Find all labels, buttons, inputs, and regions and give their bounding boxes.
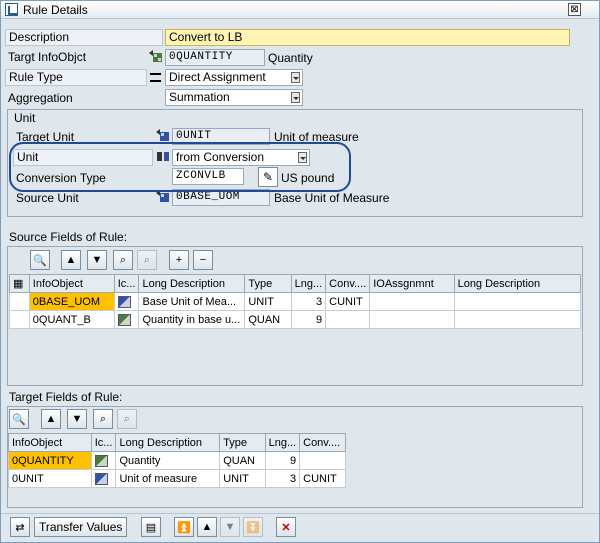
long-desc2-cell bbox=[453, 292, 582, 311]
find-next-icon: ⌕ bbox=[117, 409, 137, 429]
length-cell: 9 bbox=[264, 451, 301, 470]
overview-icon[interactable]: ▤ bbox=[141, 517, 161, 537]
col-length[interactable]: Lng... bbox=[264, 433, 301, 452]
type-cell: UNIT bbox=[244, 292, 292, 311]
target-fields-title: Target Fields of Rule: bbox=[9, 390, 123, 404]
conv-cell bbox=[325, 310, 371, 329]
target-infoobject-text: Quantity bbox=[268, 51, 313, 65]
row-selector[interactable] bbox=[9, 292, 30, 311]
select-all-icon[interactable]: ▦ bbox=[9, 274, 30, 293]
col-long-description-2[interactable]: Long Description bbox=[453, 274, 582, 293]
source-fields-title: Source Fields of Rule: bbox=[9, 230, 128, 244]
details-icon[interactable]: 🔍 bbox=[9, 409, 29, 429]
length-cell: 9 bbox=[290, 310, 327, 329]
target-fields-table: InfoObject Ic... Long Description Type L… bbox=[8, 433, 346, 488]
description-label: Description bbox=[5, 29, 163, 46]
infoobject-key-icon bbox=[149, 50, 163, 63]
col-type[interactable]: Type bbox=[219, 433, 266, 452]
delete-row-icon[interactable]: − bbox=[193, 250, 213, 270]
equals-icon bbox=[150, 73, 161, 82]
find-icon[interactable]: ⌕ bbox=[113, 250, 133, 270]
table-row[interactable]: 0QUANTITY Quantity QUAN 9 bbox=[8, 451, 346, 470]
infoobject-cell[interactable]: 0UNIT bbox=[8, 469, 92, 488]
find-next-icon: ⌕ bbox=[137, 250, 157, 270]
down-icon: ▼ bbox=[220, 517, 240, 537]
table-row[interactable]: 0UNIT Unit of measure UNIT 3 CUNIT bbox=[8, 469, 346, 488]
aggregation-dropdown[interactable]: Summation bbox=[165, 89, 303, 106]
aggregation-label: Aggregation bbox=[8, 91, 73, 105]
type-cell: QUAN bbox=[219, 451, 266, 470]
infoobject-cell[interactable]: 0QUANTITY bbox=[8, 451, 92, 470]
infoobject-cell[interactable]: 0BASE_UOM bbox=[28, 292, 115, 311]
infoobject-cell[interactable]: 0QUANT_B bbox=[28, 310, 115, 329]
sort-ascending-icon[interactable]: ▲ bbox=[41, 409, 61, 429]
row-selector[interactable] bbox=[9, 310, 30, 329]
infoobject-type-icon bbox=[90, 469, 117, 488]
length-cell: 3 bbox=[290, 292, 327, 311]
table-row[interactable]: 0QUANT_B Quantity in base u... QUAN 9 bbox=[9, 310, 582, 329]
col-conversion[interactable]: Conv.... bbox=[299, 433, 346, 452]
long-desc-cell: Unit of measure bbox=[115, 469, 221, 488]
first-icon[interactable]: ⏫ bbox=[174, 517, 194, 537]
find-icon[interactable]: ⌕ bbox=[93, 409, 113, 429]
table-row[interactable]: 0BASE_UOM Base Unit of Mea... UNIT 3 CUN… bbox=[9, 292, 582, 311]
col-type[interactable]: Type bbox=[244, 274, 292, 293]
source-fields-table: ▦ InfoObject Ic... Long Description Type… bbox=[9, 274, 582, 329]
col-conversion[interactable]: Conv.... bbox=[325, 274, 371, 293]
transfer-icon[interactable]: ⇄ bbox=[10, 517, 30, 537]
dropdown-icon[interactable] bbox=[291, 72, 300, 83]
rule-type-label: Rule Type bbox=[5, 69, 147, 86]
long-desc2-cell bbox=[453, 310, 582, 329]
title-bar: Rule Details ⊠ bbox=[1, 1, 599, 19]
sort-ascending-icon[interactable]: ▲ bbox=[61, 250, 81, 270]
col-long-description[interactable]: Long Description bbox=[115, 433, 221, 452]
rule-details-window: Rule Details ⊠ Description Convert to LB… bbox=[0, 0, 600, 543]
close-icon[interactable]: ⊠ bbox=[568, 3, 581, 16]
target-infoobject-field: 0QUANTITY bbox=[165, 49, 265, 66]
conv-cell bbox=[299, 451, 346, 470]
target-infoobject-label: Targt InfoObjct bbox=[8, 50, 87, 64]
rule-type-value: Direct Assignment bbox=[169, 70, 266, 84]
up-icon[interactable]: ▲ bbox=[197, 517, 217, 537]
type-cell: UNIT bbox=[219, 469, 266, 488]
highlight-oval bbox=[9, 142, 351, 192]
add-row-icon[interactable]: + bbox=[169, 250, 189, 270]
aggregation-value: Summation bbox=[169, 90, 230, 104]
length-cell: 3 bbox=[264, 469, 301, 488]
details-icon[interactable]: 🔍 bbox=[30, 250, 50, 270]
dropdown-icon[interactable] bbox=[291, 92, 300, 103]
long-desc-cell: Base Unit of Mea... bbox=[138, 292, 246, 311]
infoobject-type-icon bbox=[113, 292, 140, 311]
conv-cell: CUNIT bbox=[325, 292, 371, 311]
description-input[interactable]: Convert to LB bbox=[165, 29, 570, 46]
ioassign-cell[interactable] bbox=[369, 310, 455, 329]
filter-icon[interactable]: ▼ bbox=[67, 409, 87, 429]
transfer-values-button[interactable]: Transfer Values bbox=[34, 517, 128, 537]
unit-infoobject-icon bbox=[156, 129, 170, 142]
cancel-icon[interactable]: ✕ bbox=[276, 517, 296, 537]
ioassign-cell[interactable] bbox=[369, 292, 455, 311]
col-infoobject[interactable]: InfoObject bbox=[8, 433, 92, 452]
window-edit-icon bbox=[5, 3, 18, 16]
col-infoobject[interactable]: InfoObject bbox=[28, 274, 115, 293]
col-icon[interactable]: Ic... bbox=[90, 433, 117, 452]
filter-icon[interactable]: ▼ bbox=[87, 250, 107, 270]
long-desc-cell: Quantity bbox=[115, 451, 221, 470]
last-icon: ⏬ bbox=[243, 517, 263, 537]
source-unit-text: Base Unit of Measure bbox=[274, 191, 390, 205]
unit-group-title: Unit bbox=[14, 111, 36, 125]
type-cell: QUAN bbox=[244, 310, 292, 329]
conv-cell: CUNIT bbox=[299, 469, 346, 488]
rule-type-dropdown[interactable]: Direct Assignment bbox=[165, 69, 303, 86]
infoobject-type-icon bbox=[113, 310, 140, 329]
col-long-description[interactable]: Long Description bbox=[138, 274, 246, 293]
long-desc-cell: Quantity in base u... bbox=[138, 310, 246, 329]
window-title: Rule Details bbox=[23, 3, 88, 17]
infoobject-type-icon bbox=[90, 451, 117, 470]
col-icon[interactable]: Ic... bbox=[113, 274, 140, 293]
col-length[interactable]: Lng... bbox=[290, 274, 327, 293]
col-ioassgnmnt[interactable]: IOAssgnmnt bbox=[369, 274, 455, 293]
source-unit-label: Source Unit bbox=[16, 191, 79, 205]
